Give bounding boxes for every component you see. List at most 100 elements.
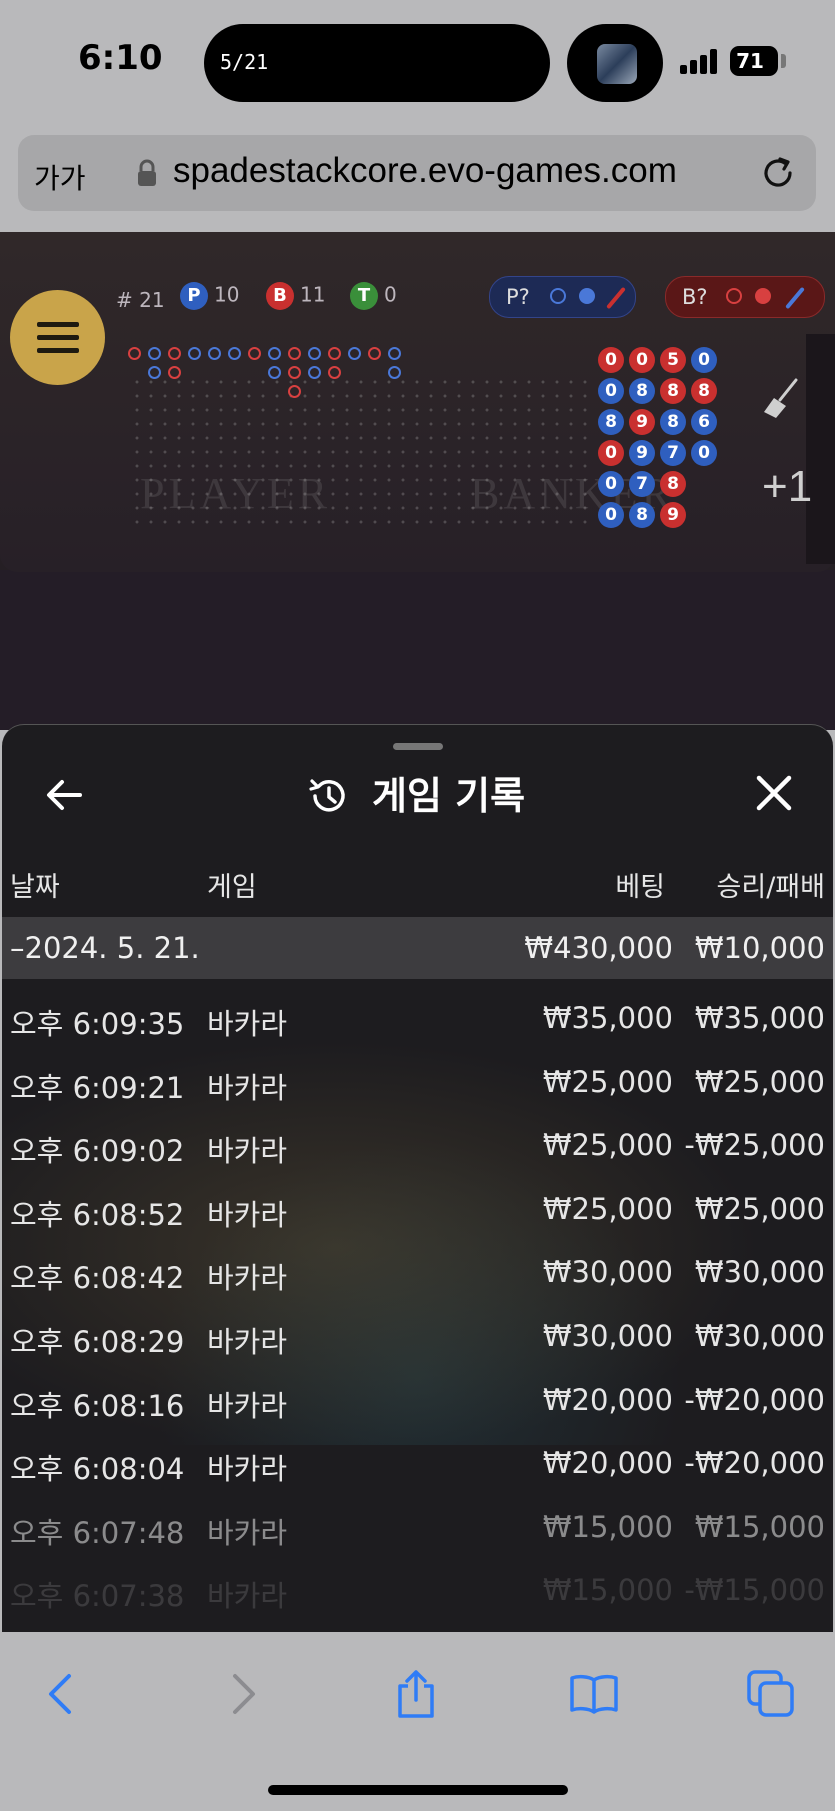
broom-icon[interactable]: [760, 378, 800, 420]
player-badge: P: [180, 282, 208, 310]
player-count-value: 10: [214, 282, 240, 307]
island-text: 5/21: [220, 50, 269, 74]
share-icon[interactable]: [390, 1668, 442, 1720]
prediction-dot-icon: [755, 288, 771, 304]
row-bet: ₩25,000: [542, 1064, 673, 1099]
prediction-ring-icon: [726, 288, 742, 304]
bead-result: 0: [691, 440, 717, 466]
road-mark: [288, 366, 301, 379]
row-time: 오후 6:09:35: [10, 1007, 185, 1041]
reload-icon[interactable]: [758, 153, 798, 193]
row-game: 바카라: [207, 1452, 288, 1487]
table-row[interactable]: 오후 6:08:29 바카라 ₩30,000 ₩30,000: [2, 1305, 833, 1365]
road-mark: [388, 347, 401, 360]
url-text[interactable]: spadestackcore.evo-games.com: [173, 151, 677, 191]
round-count: # 21: [116, 288, 165, 312]
road-mark: [328, 347, 341, 360]
table-row[interactable]: 오후 6:08:52 바카라 ₩25,000 ₩25,000: [2, 1178, 833, 1238]
row-bet: ₩15,000: [542, 1573, 673, 1608]
table-row[interactable]: 오후 6:08:16 바카라 ₩20,000 -₩20,000: [2, 1369, 833, 1429]
bead-result: 8: [629, 378, 655, 404]
row-time: 오후 6:07:48: [10, 1515, 185, 1550]
text-size-button[interactable]: 가가: [34, 157, 86, 197]
bead-result: 9: [660, 502, 686, 528]
col-win-loss[interactable]: 승리/패배: [717, 865, 825, 904]
close-icon[interactable]: [754, 773, 794, 813]
back-arrow-icon[interactable]: [42, 773, 86, 817]
dynamic-island: 5/21: [204, 24, 550, 102]
road-mark: [388, 366, 401, 379]
row-time: 오후 6:08:16: [10, 1388, 185, 1423]
row-bet: ₩30,000: [542, 1319, 673, 1353]
road-mark: [148, 347, 161, 360]
row-game: 바카라: [207, 1388, 288, 1423]
row-game: 바카라: [207, 1579, 288, 1614]
battery-cap: [781, 54, 786, 68]
bead-result: 7: [629, 471, 655, 497]
row-time: 오후 6:07:38: [10, 1579, 185, 1614]
row-win-loss: -₩20,000: [684, 1446, 825, 1481]
road-mark: [268, 366, 281, 379]
player-prediction[interactable]: P?: [489, 276, 636, 318]
signal-icon: [680, 48, 720, 74]
bead-result: 7: [660, 440, 686, 466]
table-row[interactable]: 오후 6:08:42 바카라 ₩30,000 ₩30,000: [2, 1241, 833, 1301]
bead-result: 9: [629, 440, 655, 466]
address-bar[interactable]: 가가 spadestackcore.evo-games.com: [18, 135, 816, 211]
road-mark: [308, 366, 321, 379]
sheet-grabber[interactable]: [393, 743, 443, 750]
row-win-loss: -₩20,000: [684, 1382, 825, 1417]
side-tools: [806, 334, 835, 564]
back-icon[interactable]: [36, 1668, 88, 1720]
bead-result: 9: [629, 409, 655, 435]
row-game: 바카라: [207, 1070, 288, 1105]
big-road: [126, 344, 416, 404]
row-win-loss: ₩15,000: [694, 1509, 825, 1544]
bead-result: 0: [629, 347, 655, 373]
browser-toolbar: [0, 1632, 835, 1811]
road-mark: [168, 347, 181, 360]
road-mark: [368, 347, 381, 360]
row-win-loss: ₩25,000: [694, 1064, 825, 1099]
player-count: P 10: [180, 282, 239, 310]
road-mark: [188, 347, 201, 360]
table-row[interactable]: 오후 6:09:35 바카라 ₩35,000 ₩35,000: [2, 987, 833, 1047]
bead-result: 0: [598, 378, 624, 404]
road-mark: [168, 366, 181, 379]
road-mark: [128, 347, 141, 360]
player-prediction-label: P?: [506, 285, 530, 309]
bead-result: 0: [598, 440, 624, 466]
col-bet[interactable]: 베팅: [615, 865, 665, 904]
road-mark: [268, 347, 281, 360]
lock-icon: [138, 159, 156, 186]
table-row[interactable]: 오후 6:09:21 바카라 ₩25,000 ₩25,000: [2, 1051, 833, 1111]
bead-result: 8: [660, 409, 686, 435]
row-game: 바카라: [207, 1515, 288, 1550]
prediction-slash-icon: [606, 286, 626, 310]
banker-prediction[interactable]: B?: [665, 276, 825, 318]
forward-icon[interactable]: [216, 1668, 268, 1720]
col-date[interactable]: 날짜: [10, 865, 60, 904]
bead-plate: 0050088889860970078089: [598, 347, 724, 537]
prediction-slash-icon: [785, 286, 805, 310]
col-game[interactable]: 게임: [207, 865, 257, 904]
summary-date: –2024. 5. 21.: [10, 931, 200, 965]
tie-count: T0: [350, 282, 397, 310]
bookmarks-icon[interactable]: [568, 1668, 620, 1720]
tabs-icon[interactable]: [745, 1668, 797, 1720]
bead-result: 0: [598, 502, 624, 528]
road-mark: [228, 347, 241, 360]
date-summary-row[interactable]: –2024. 5. 21. ₩430,000 ₩10,000: [2, 917, 833, 979]
battery-icon: 71: [730, 46, 778, 76]
table-row[interactable]: 오후 6:07:48 바카라 ₩15,000 ₩15,000: [2, 1496, 833, 1556]
row-bet: ₩35,000: [542, 1001, 673, 1035]
game-history-panel: 게임 기록 날짜 게임 베팅 승리/패배 –2024. 5. 21. ₩430,…: [2, 724, 833, 1633]
table-row[interactable]: 오후 6:09:02 바카라 ₩25,000 -₩25,000: [2, 1114, 833, 1174]
table-row[interactable]: 오후 6:08:04 바카라 ₩20,000 -₩20,000: [2, 1432, 833, 1492]
home-indicator: [268, 1785, 568, 1795]
menu-button[interactable]: [10, 290, 105, 385]
plus-one-button[interactable]: +1: [762, 462, 812, 512]
row-game: 바카라: [207, 1134, 288, 1169]
table-row[interactable]: 오후 6:07:38 바카라 ₩15,000 -₩15,000: [2, 1559, 833, 1619]
row-win-loss: -₩25,000: [684, 1128, 825, 1163]
